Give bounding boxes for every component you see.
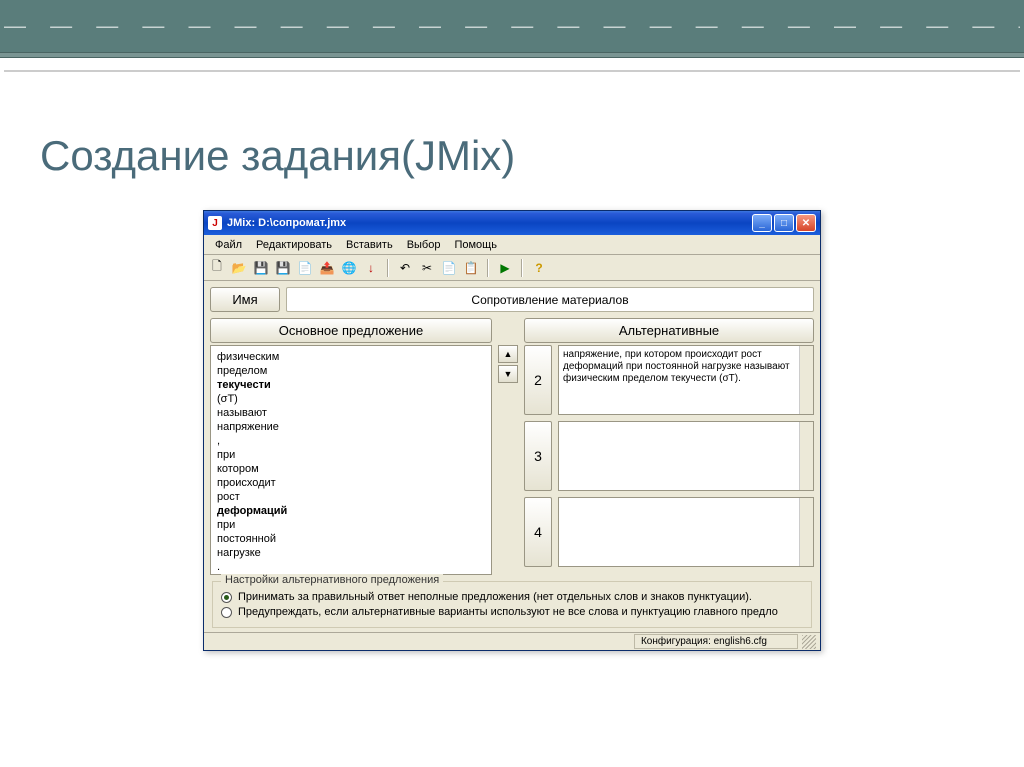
list-item[interactable]: при xyxy=(217,518,485,532)
list-item[interactable]: (σТ) xyxy=(217,392,485,406)
alt-textarea-4[interactable] xyxy=(558,497,814,567)
maximize-button[interactable]: □ xyxy=(774,214,794,232)
list-item[interactable]: физическим xyxy=(217,350,485,364)
alt-number[interactable]: 2 xyxy=(524,345,552,415)
name-button[interactable]: Имя xyxy=(210,287,280,312)
app-icon: J xyxy=(208,216,222,230)
down-icon[interactable]: ↓ xyxy=(362,259,380,277)
words-list[interactable]: физическим пределом текучести (σТ) назыв… xyxy=(210,345,492,575)
alternatives-button[interactable]: Альтернативные xyxy=(524,318,814,343)
status-config: Конфигурация: english6.cfg xyxy=(634,634,798,649)
statusbar: Конфигурация: english6.cfg xyxy=(204,632,820,650)
menu-select[interactable]: Выбор xyxy=(400,237,448,253)
minimize-button[interactable]: _ xyxy=(752,214,772,232)
toolbar-separator xyxy=(387,259,389,277)
list-item[interactable]: напряжение xyxy=(217,420,485,434)
list-item[interactable]: котором xyxy=(217,462,485,476)
export-icon[interactable]: 📤 xyxy=(318,259,336,277)
list-item[interactable]: при xyxy=(217,448,485,462)
slide-title: Создание задания(JMix) xyxy=(40,132,1024,180)
alt-number[interactable]: 3 xyxy=(524,421,552,491)
scrollbar[interactable] xyxy=(799,498,813,566)
scrollbar[interactable] xyxy=(799,422,813,490)
move-down-button[interactable]: ▼ xyxy=(498,365,518,383)
undo-icon[interactable]: ↶ xyxy=(396,259,414,277)
list-item[interactable]: текучести xyxy=(217,378,485,392)
list-item[interactable]: . xyxy=(217,560,485,574)
new-icon[interactable]: 🗋 xyxy=(208,259,226,277)
list-item[interactable]: деформаций xyxy=(217,504,485,518)
copy-icon[interactable]: 📄 xyxy=(440,259,458,277)
banner-rule xyxy=(0,52,1024,58)
resize-grip-icon[interactable] xyxy=(802,635,816,649)
list-item[interactable]: постоянной xyxy=(217,532,485,546)
close-button[interactable]: ✕ xyxy=(796,214,816,232)
toolbar-separator xyxy=(521,259,523,277)
menu-insert[interactable]: Вставить xyxy=(339,237,400,253)
titlebar[interactable]: J JMix: D:\сопромат.jmx _ □ ✕ xyxy=(204,211,820,235)
alt-text-content: напряжение, при котором происходит рост … xyxy=(563,349,790,384)
list-item[interactable]: пределом xyxy=(217,364,485,378)
radio-icon[interactable] xyxy=(221,592,232,603)
run-icon[interactable]: ▶ xyxy=(496,259,514,277)
list-item[interactable]: происходит xyxy=(217,476,485,490)
help-icon[interactable]: ? xyxy=(530,259,548,277)
option-accept-incomplete[interactable]: Принимать за правильный ответ неполные п… xyxy=(221,591,803,603)
toolbar: 🗋 📂 💾 💾 📄 📤 🌐 ↓ ↶ ✂ 📄 📋 ▶ ? xyxy=(204,255,820,281)
alt-number[interactable]: 4 xyxy=(524,497,552,567)
alt-textarea-2[interactable]: напряжение, при котором происходит рост … xyxy=(558,345,814,415)
toolbar-separator xyxy=(487,259,489,277)
main-sentence-button[interactable]: Основное предложение xyxy=(210,318,492,343)
save-icon[interactable]: 💾 xyxy=(252,259,270,277)
list-item[interactable]: называют xyxy=(217,406,485,420)
list-item[interactable]: , xyxy=(217,434,485,448)
divider xyxy=(4,70,1020,72)
option-label: Принимать за правильный ответ неполные п… xyxy=(238,591,752,603)
menu-help[interactable]: Помощь xyxy=(447,237,504,253)
scrollbar[interactable] xyxy=(799,346,813,414)
menubar: Файл Редактировать Вставить Выбор Помощь xyxy=(204,235,820,255)
jmix-window: J JMix: D:\сопромат.jmx _ □ ✕ Файл Редак… xyxy=(203,210,821,651)
name-value[interactable]: Сопротивление материалов xyxy=(286,287,814,312)
cut-icon[interactable]: ✂ xyxy=(418,259,436,277)
alt-textarea-3[interactable] xyxy=(558,421,814,491)
window-title: JMix: D:\сопромат.jmx xyxy=(227,217,752,229)
menu-edit[interactable]: Редактировать xyxy=(249,237,339,253)
slide-banner: — — — — — — — — — — — — — — — — — — — — … xyxy=(0,0,1024,52)
addfile-icon[interactable]: 📄 xyxy=(296,259,314,277)
menu-file[interactable]: Файл xyxy=(208,237,249,253)
alt-settings-group: Настройки альтернативного предложения Пр… xyxy=(212,581,812,628)
list-item[interactable]: нагрузке xyxy=(217,546,485,560)
list-item[interactable]: рост xyxy=(217,490,485,504)
group-legend: Настройки альтернативного предложения xyxy=(221,574,443,586)
move-up-button[interactable]: ▲ xyxy=(498,345,518,363)
radio-icon[interactable] xyxy=(221,607,232,618)
web-icon[interactable]: 🌐 xyxy=(340,259,358,277)
saveall-icon[interactable]: 💾 xyxy=(274,259,292,277)
paste-icon[interactable]: 📋 xyxy=(462,259,480,277)
open-icon[interactable]: 📂 xyxy=(230,259,248,277)
option-label: Предупреждать, если альтернативные вариа… xyxy=(238,606,778,618)
option-warn[interactable]: Предупреждать, если альтернативные вариа… xyxy=(221,606,803,618)
